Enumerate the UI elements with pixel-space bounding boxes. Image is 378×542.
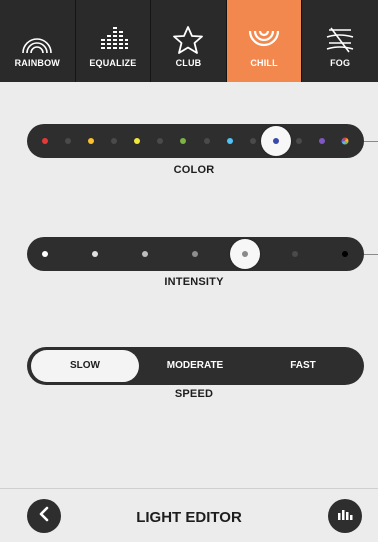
intensity-dot[interactable] <box>42 251 48 257</box>
star-icon <box>171 25 205 58</box>
intensity-dot[interactable] <box>92 251 98 257</box>
tab-equalize[interactable]: EQUALIZE <box>76 0 152 82</box>
intensity-dot[interactable] <box>142 251 148 257</box>
color-dot[interactable] <box>134 138 141 144</box>
slider-knob-indicator <box>242 251 248 257</box>
page-title: LIGHT EDITOR <box>136 509 242 526</box>
color-dot[interactable] <box>226 138 233 144</box>
slider-knob[interactable] <box>260 126 291 156</box>
intensity-dot[interactable] <box>292 251 298 257</box>
slider-knob[interactable] <box>230 239 260 269</box>
color-dot[interactable] <box>295 138 302 144</box>
color-dot[interactable] <box>249 138 256 144</box>
intensity-slider[interactable] <box>27 237 364 271</box>
speed-selector: SLOW MODERATE FAST <box>27 347 364 385</box>
color-dot[interactable] <box>42 138 48 144</box>
color-dot[interactable] <box>157 138 164 144</box>
chill-waves-icon <box>247 27 281 58</box>
color-dot[interactable] <box>180 138 187 144</box>
intensity-dot[interactable] <box>192 251 198 257</box>
tab-label: RAINBOW <box>14 58 60 68</box>
color-dot[interactable] <box>318 138 325 144</box>
tab-chill[interactable]: CHILL <box>226 0 303 82</box>
stats-button[interactable] <box>328 499 362 533</box>
footer-divider <box>0 488 378 489</box>
fog-icon <box>323 25 357 58</box>
tab-fog[interactable]: FOG <box>302 0 378 82</box>
color-slider[interactable] <box>27 124 364 158</box>
color-dot[interactable] <box>203 138 210 144</box>
color-dot[interactable] <box>341 137 349 145</box>
mode-tab-bar: RAINBOW EQUALIZE CLUB CHILL FOG <box>0 0 378 82</box>
speed-option-fast[interactable]: FAST <box>255 350 351 382</box>
tab-label: CLUB <box>175 58 202 68</box>
tab-label: CHILL <box>250 58 278 68</box>
speed-label: SPEED <box>174 388 214 400</box>
speed-option-slow[interactable]: SLOW <box>31 350 139 382</box>
slider-edge-tick <box>364 141 378 142</box>
tab-label: EQUALIZE <box>89 58 137 68</box>
equalizer-icon <box>96 25 130 58</box>
color-dot[interactable] <box>111 138 118 144</box>
slider-knob-indicator <box>272 138 279 144</box>
intensity-label: INTENSITY <box>164 276 224 288</box>
tab-label: FOG <box>330 58 351 68</box>
intensity-dot[interactable] <box>342 251 348 257</box>
tab-rainbow[interactable]: RAINBOW <box>0 0 76 82</box>
bar-chart-icon <box>337 507 353 526</box>
speed-option-moderate[interactable]: MODERATE <box>145 350 245 382</box>
color-dot[interactable] <box>65 138 72 144</box>
color-label: COLOR <box>173 164 215 176</box>
color-dot[interactable] <box>88 138 95 144</box>
rainbow-icon <box>20 29 54 58</box>
tab-club[interactable]: CLUB <box>151 0 227 82</box>
slider-edge-tick <box>364 254 378 255</box>
